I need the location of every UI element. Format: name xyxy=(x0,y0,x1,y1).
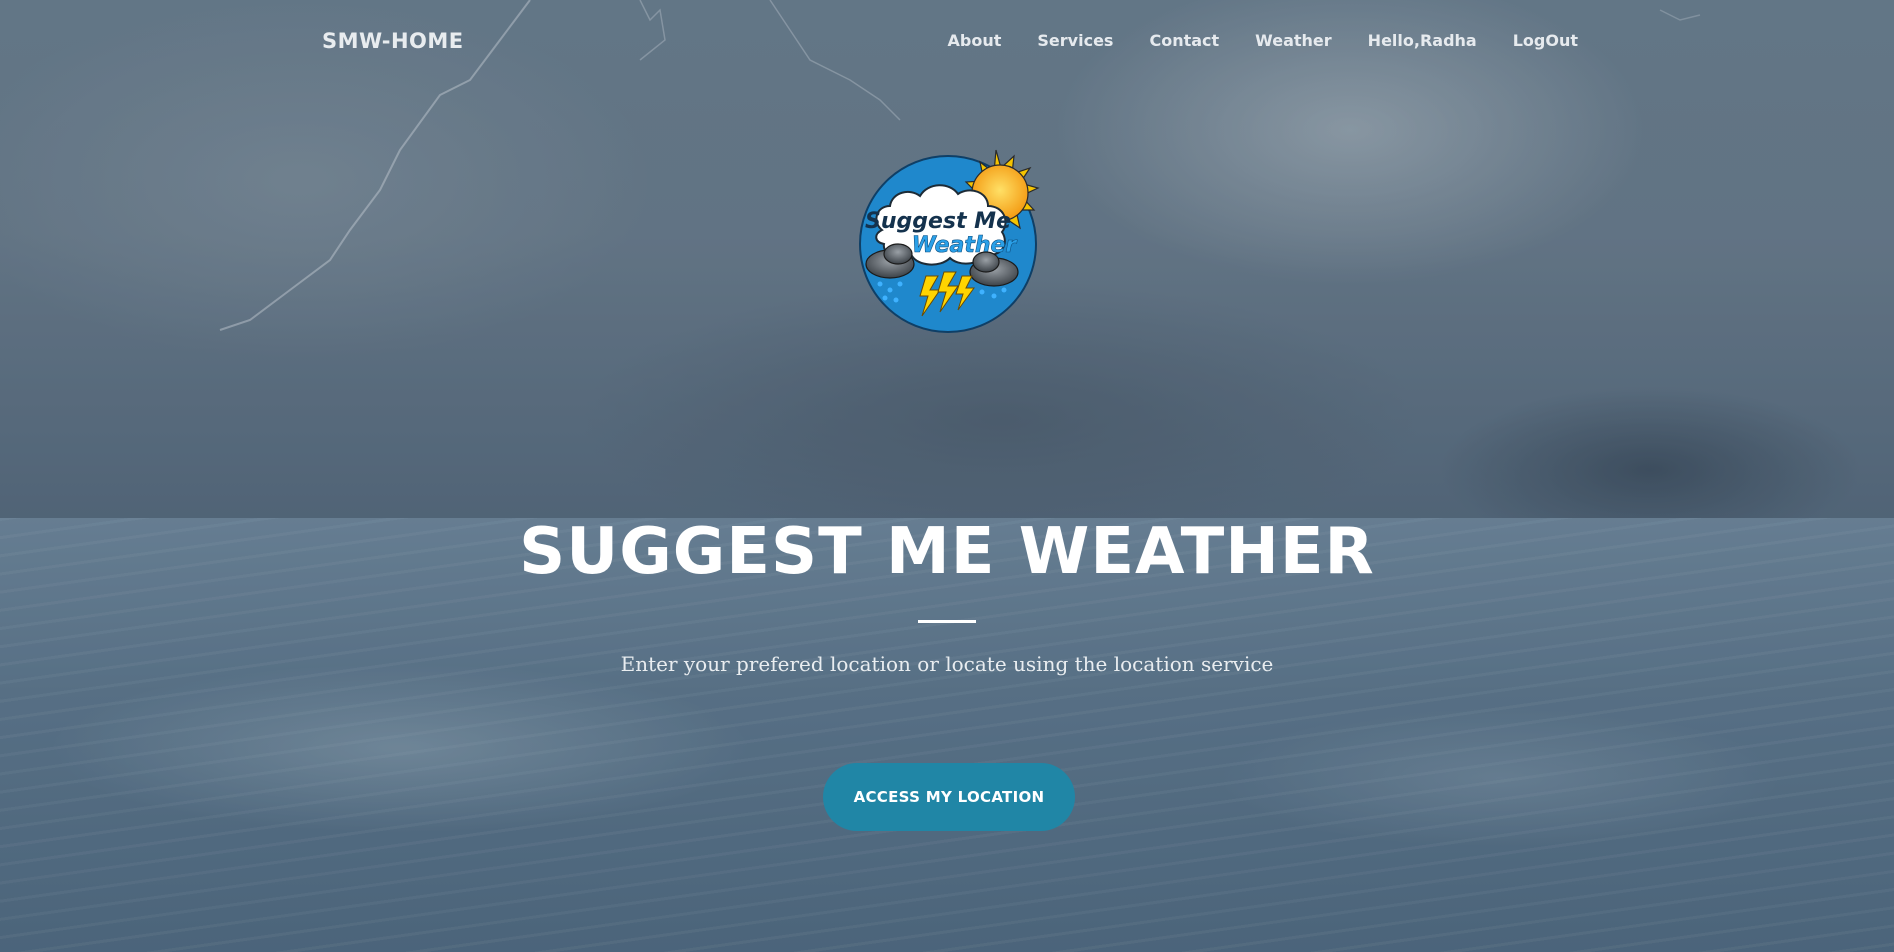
access-my-location-button[interactable]: ACCESS MY LOCATION xyxy=(823,763,1075,831)
page: SMW-HOME About Services Contact Weather … xyxy=(0,0,1894,952)
nav-about-link[interactable]: About xyxy=(948,31,1002,50)
nav-services-link[interactable]: Services xyxy=(1037,31,1113,50)
svg-text:Weather: Weather xyxy=(912,233,1018,258)
svg-text:Suggest Me: Suggest Me xyxy=(865,209,1011,234)
nav-logout-link[interactable]: LogOut xyxy=(1513,31,1578,50)
nav-links: About Services Contact Weather Hello,Rad… xyxy=(948,31,1578,50)
nav-weather-link[interactable]: Weather xyxy=(1255,31,1332,50)
top-navbar: SMW-HOME About Services Contact Weather … xyxy=(0,0,1894,86)
hero-title: SUGGEST ME WEATHER xyxy=(519,515,1375,589)
nav-contact-link[interactable]: Contact xyxy=(1149,31,1219,50)
brand-link[interactable]: SMW-HOME xyxy=(322,29,464,53)
hero-subtitle: Enter your prefered location or locate u… xyxy=(620,652,1274,676)
nav-user-greeting-link[interactable]: Hello,Radha xyxy=(1368,31,1477,50)
suggest-me-weather-logo: Suggest Me Weather xyxy=(859,149,1040,333)
title-divider xyxy=(918,620,976,623)
